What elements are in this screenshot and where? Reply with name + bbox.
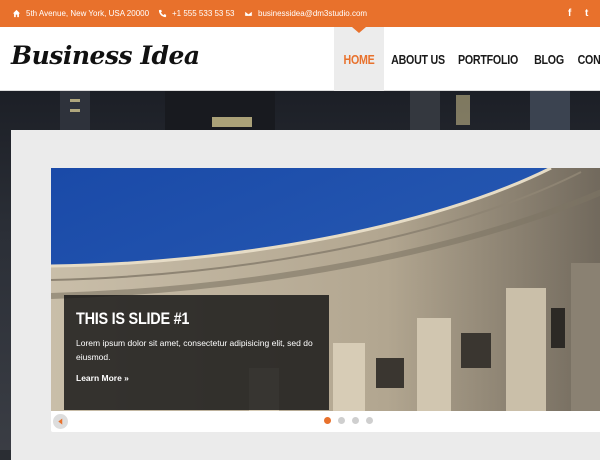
phone-info: +1 555 533 53 53 [157, 0, 235, 27]
slide-caption: THIS IS SLIDE #1 Lorem ipsum dolor sit a… [64, 295, 329, 410]
facebook-icon[interactable]: f [568, 8, 571, 19]
slider-pagination [324, 417, 373, 424]
email-text[interactable]: businessidea@dm3studio.com [258, 9, 367, 18]
nav-item-about-us[interactable]: ABOUT US [390, 27, 446, 91]
nav-item-blog[interactable]: BLOG [529, 27, 570, 91]
building-window [70, 99, 80, 102]
address-text: 5th Avenue, New York, USA 20000 [26, 9, 150, 18]
top-info-bar: 5th Avenue, New York, USA 20000 +1 555 5… [0, 0, 600, 27]
phone-icon [157, 9, 167, 19]
slider-prev-button[interactable] [53, 414, 68, 429]
building-window [456, 95, 470, 125]
home-icon [11, 9, 21, 19]
slider-dot[interactable] [338, 417, 345, 424]
building-window [70, 109, 80, 112]
phone-text: +1 555 533 53 53 [172, 9, 235, 18]
learn-more-link[interactable]: Learn More » [76, 373, 129, 383]
address-info: 5th Avenue, New York, USA 20000 [11, 0, 149, 27]
facebook-link[interactable]: f [568, 0, 571, 27]
slide-title: THIS IS SLIDE #1 [76, 309, 190, 328]
nav-item-portfolio[interactable]: PORTFOLIO [458, 27, 518, 91]
slider-dot[interactable] [352, 417, 359, 424]
nav-item-contact[interactable]: CON [578, 27, 600, 91]
nav-active-caret [352, 27, 366, 33]
site-header: Business Idea HOME ABOUT US PORTFOLIO BL… [0, 27, 600, 91]
twitter-icon[interactable]: t [585, 8, 588, 19]
slider-dot[interactable] [324, 417, 331, 424]
site-logo[interactable]: Business Idea [11, 41, 200, 70]
main-navigation: HOME ABOUT US PORTFOLIO BLOG CON [334, 27, 600, 91]
twitter-link[interactable]: t [585, 0, 588, 27]
email-info[interactable]: businessidea@dm3studio.com [243, 0, 367, 27]
arrow-left-icon [58, 418, 63, 425]
slide-text: Lorem ipsum dolor sit amet, consectetur … [76, 338, 313, 362]
slider-dot[interactable] [366, 417, 373, 424]
envelope-icon [243, 9, 253, 19]
building-window [212, 117, 252, 127]
nav-item-home[interactable]: HOME [339, 27, 380, 91]
